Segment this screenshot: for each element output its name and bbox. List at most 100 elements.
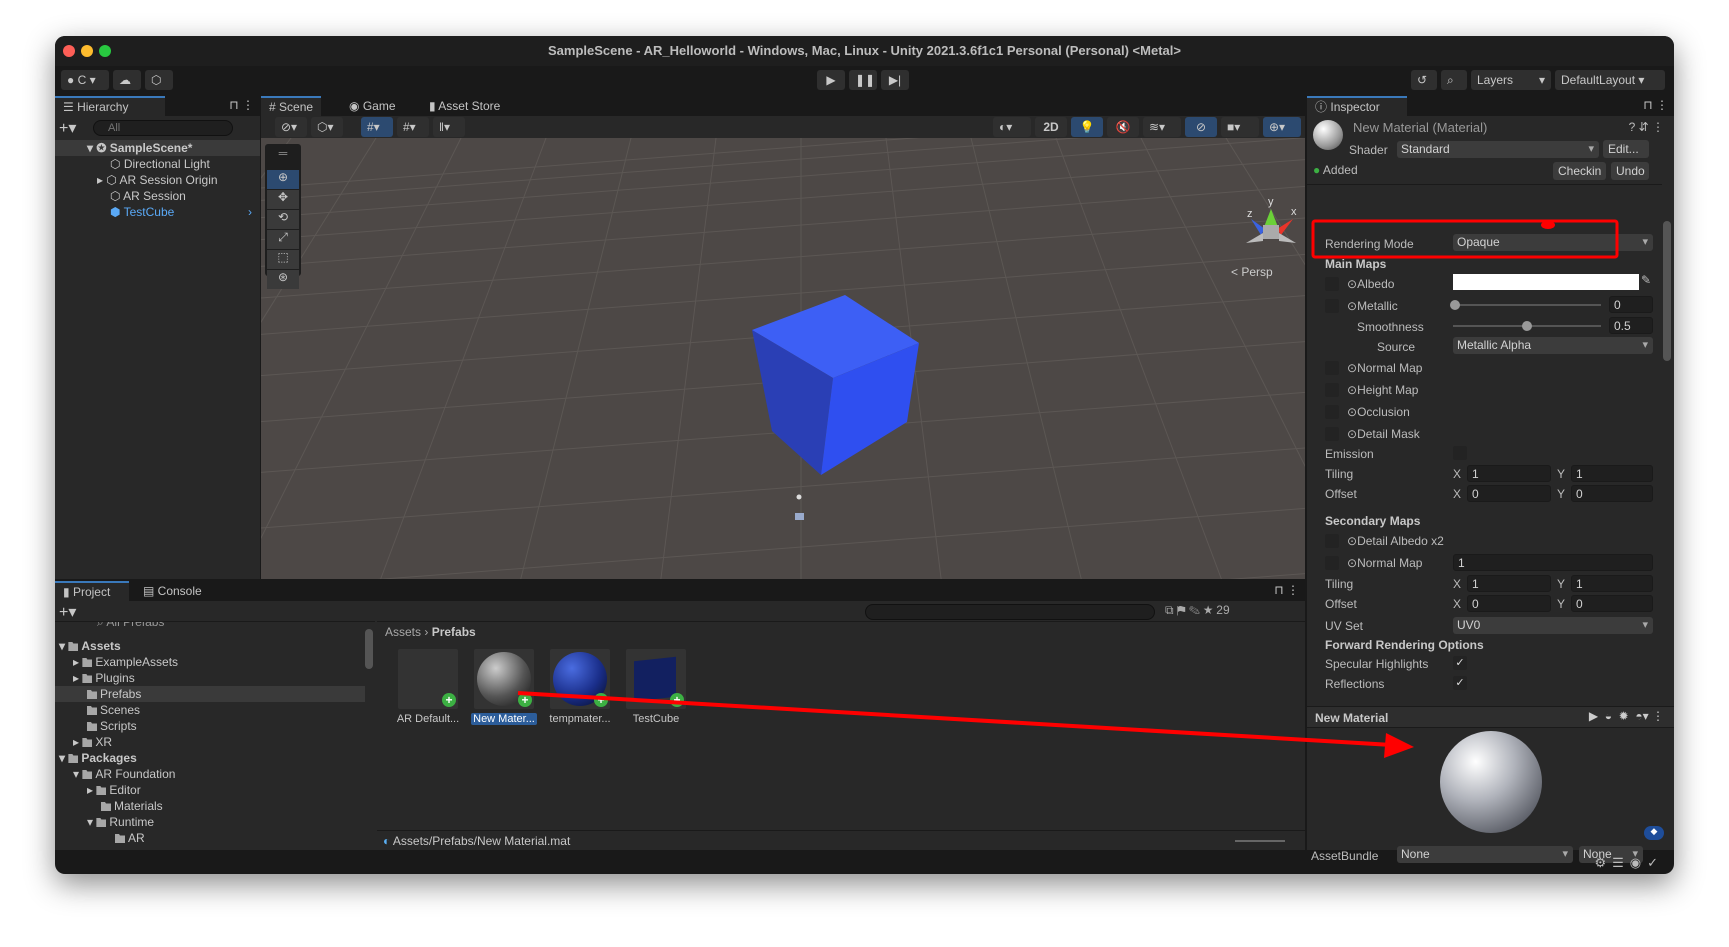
tiling2-y-field[interactable]: 1 — [1571, 575, 1653, 592]
tree-item[interactable]: AR — [115, 830, 145, 846]
scene-root[interactable]: ▾ ✪ SampleScene* — [55, 140, 260, 156]
albedo-color-field[interactable] — [1453, 274, 1639, 290]
asset-item-selected[interactable]: + New Mater... — [469, 649, 539, 731]
lock-icon[interactable]: ⊓ ⋮ — [1274, 583, 1299, 597]
asset-item[interactable]: + TestCube — [621, 649, 691, 731]
move-tool-icon[interactable]: ✥ — [267, 190, 299, 209]
draw-mode-button[interactable]: ⊘▾ — [275, 117, 307, 137]
tree-item[interactable]: Scenes — [87, 702, 140, 718]
effects-button[interactable]: ≋▾ — [1143, 117, 1181, 137]
view-tool-icon[interactable]: ⊕ — [267, 170, 299, 189]
tree-scrollbar[interactable] — [365, 629, 373, 669]
tree-item[interactable]: Materials — [101, 798, 163, 814]
add-button[interactable]: +▾ — [59, 118, 76, 138]
offset2-x-field[interactable]: 0 — [1467, 595, 1551, 612]
hidden-objects-toggle[interactable]: ⊘ — [1185, 117, 1217, 137]
undo-button[interactable]: Undo — [1611, 162, 1649, 180]
edit-shader-button[interactable]: Edit... — [1603, 140, 1649, 158]
grid-snap-button[interactable]: #▾ — [361, 117, 393, 137]
history-icon[interactable]: ↺ — [1411, 70, 1437, 90]
rendering-mode-dropdown[interactable]: Opaque — [1453, 234, 1653, 251]
tab-hierarchy[interactable]: ☰ Hierarchy — [55, 96, 165, 116]
albedo-texture-slot[interactable] — [1325, 277, 1339, 291]
camera-button[interactable]: ■▾ — [1221, 117, 1259, 137]
hierarchy-item-selected[interactable]: ⬢ TestCube › — [110, 204, 252, 220]
tree-item[interactable]: ▾ Packages — [59, 750, 137, 766]
reflections-checkbox[interactable]: ✓ — [1453, 676, 1467, 690]
maximize-button[interactable] — [99, 45, 111, 57]
specular-highlights-checkbox[interactable]: ✓ — [1453, 656, 1467, 670]
project-search-input[interactable] — [865, 604, 1155, 620]
lock-icon[interactable]: ⊓ ⋮ — [1643, 98, 1668, 112]
detail-mask-slot[interactable] — [1325, 427, 1339, 441]
hierarchy-item[interactable]: ▸ ⬡ AR Session Origin — [97, 172, 218, 188]
tree-item[interactable]: ▸ XR — [73, 734, 112, 750]
offset-y-field[interactable]: 0 — [1571, 485, 1653, 502]
tree-item[interactable]: ▸ Editor — [87, 782, 141, 798]
tree-item[interactable]: ▾ Assets — [59, 638, 121, 654]
snap-button[interactable]: #▾ — [397, 117, 429, 137]
label-tag-icon[interactable]: ◆ — [1644, 826, 1664, 840]
layout-dropdown[interactable]: DefaultLayout ▾ — [1555, 70, 1665, 90]
smoothness-value[interactable]: 0.5 — [1609, 317, 1653, 334]
layers-dropdown[interactable]: Layers ▾ — [1471, 70, 1551, 90]
hierarchy-search-input[interactable] — [93, 120, 233, 136]
tab-scene[interactable]: # Scene — [261, 96, 322, 116]
minimize-button[interactable] — [81, 45, 93, 57]
hierarchy-item[interactable]: ⬡ AR Session — [110, 188, 186, 204]
metallic-value[interactable]: 0 — [1609, 296, 1653, 313]
gizmos-button[interactable]: ⊕▾ — [1263, 117, 1301, 137]
asset-item[interactable]: + AR Default... — [393, 649, 463, 731]
tree-item[interactable]: ▾ AR Foundation — [73, 766, 175, 782]
collab-icon[interactable]: ⬡ — [145, 70, 173, 90]
audio-toggle[interactable]: 🔇 — [1107, 117, 1139, 137]
scene-viewport[interactable]: y z x < Persp — [261, 138, 1305, 579]
tab-console[interactable]: ▤ Console — [135, 581, 210, 601]
2d-toggle[interactable]: 2D — [1035, 117, 1067, 137]
material-preview-sphere[interactable] — [1440, 731, 1542, 833]
tree-item[interactable]: ▾ Runtime — [87, 814, 154, 830]
smoothness-slider[interactable] — [1453, 321, 1601, 331]
search-icon[interactable]: ⌕ — [1441, 70, 1467, 90]
emission-checkbox[interactable] — [1453, 446, 1467, 460]
tree-item[interactable]: ▸ ExampleAssets — [73, 654, 178, 670]
tree-item-all-prefabs[interactable]: ⌕ All Prefabs — [97, 622, 164, 630]
eyedropper-icon[interactable]: ✎ — [1641, 273, 1651, 287]
tiling-y-field[interactable]: 1 — [1571, 465, 1653, 482]
tiling2-x-field[interactable]: 1 — [1467, 575, 1551, 592]
shading-button[interactable]: ◐▾ — [993, 117, 1031, 137]
detail-normal-map-slot[interactable] — [1325, 556, 1339, 570]
tiling-x-field[interactable]: 1 — [1467, 465, 1551, 482]
uv-set-dropdown[interactable]: UV0 — [1453, 617, 1653, 634]
height-map-slot[interactable] — [1325, 383, 1339, 397]
hierarchy-item[interactable]: ⬡ Directional Light — [110, 156, 210, 172]
play-button[interactable]: ▶ — [817, 70, 845, 90]
thumbnail-size-slider[interactable] — [1235, 840, 1285, 842]
normal-scale-field[interactable]: 1 — [1453, 554, 1653, 571]
tab-inspector[interactable]: ⓘ Inspector — [1307, 96, 1407, 116]
tree-item[interactable]: ▸ Plugins — [73, 670, 135, 686]
tab-game[interactable]: ◉ Game — [341, 96, 404, 116]
occlusion-slot[interactable] — [1325, 405, 1339, 419]
preview-controls[interactable]: ▶ ◒ ✹ ◓▾ ⋮ — [1589, 709, 1664, 723]
checkin-button[interactable]: Checkin — [1553, 162, 1607, 180]
tab-asset-store[interactable]: ▮ Asset Store — [421, 96, 508, 116]
step-button[interactable]: ▶| — [881, 70, 909, 90]
close-button[interactable] — [63, 45, 75, 57]
detail-albedo-slot[interactable] — [1325, 534, 1339, 548]
tree-item[interactable]: Scripts — [87, 718, 137, 734]
account-dropdown[interactable]: ● C ▾ — [61, 70, 109, 90]
offset-x-field[interactable]: 0 — [1467, 485, 1551, 502]
header-icons[interactable]: ? ⇵ ⋮ — [1629, 120, 1664, 134]
increment-snap-button[interactable]: ‖▾ — [433, 117, 465, 137]
cloud-icon[interactable]: ☁ — [113, 70, 141, 90]
assetbundle-dropdown[interactable]: None — [1397, 846, 1573, 863]
status-bar-icons[interactable]: ⚙☰◉✓ — [1594, 855, 1664, 871]
tab-project[interactable]: ▮ Project — [55, 581, 129, 601]
offset2-y-field[interactable]: 0 — [1571, 595, 1653, 612]
scale-tool-icon[interactable]: ⤢ — [267, 230, 299, 249]
inspector-scrollbar[interactable] — [1663, 221, 1671, 361]
tree-item-selected[interactable]: Prefabs — [55, 686, 365, 702]
search-filters[interactable]: ⧉ ⚑ ✎ ★ 29 — [1165, 603, 1230, 618]
create-button[interactable]: +▾ — [59, 602, 76, 622]
